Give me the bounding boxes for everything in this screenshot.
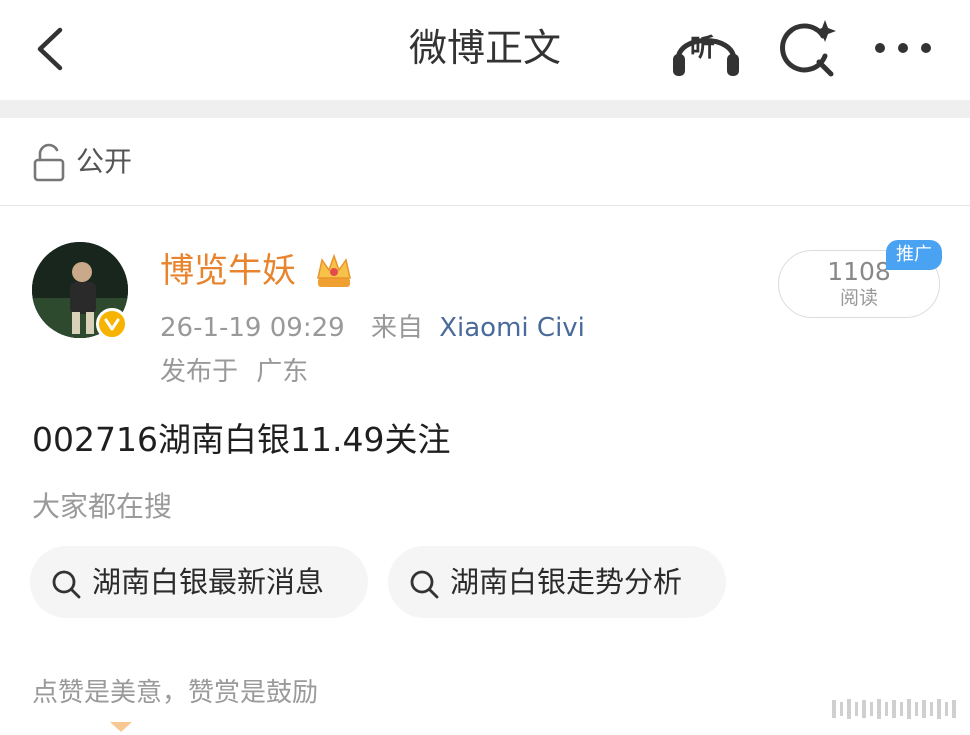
reward-prompt: 点赞是美意，赞赏是鼓励 [32,678,319,708]
more-dots-icon[interactable] [870,28,936,68]
crown-icon [317,253,351,287]
reward-decoration-icon [110,722,132,732]
lock-open-icon [33,143,65,182]
promote-badge[interactable]: 推广 [886,240,942,270]
search-chip-label: 湖南白银走势分析 [450,565,683,599]
verified-badge-icon [96,308,128,340]
read-label: 阅读 [839,287,878,309]
search-chip[interactable]: 湖南白银最新消息 [30,546,368,618]
search-chip[interactable]: 湖南白银走势分析 [388,546,726,618]
search-icon [410,570,439,599]
post-location: 发布于 广东 [160,352,308,392]
source-device-link[interactable]: Xiaomi Civi [439,313,585,343]
section-divider [0,100,970,118]
search-sparkle-icon[interactable] [775,18,837,80]
post-time: 26-1-19 09:29 [160,313,345,343]
listen-label: 听 [690,33,716,62]
top-nav-bar: 微博正文 听 [0,0,970,100]
author-name[interactable]: 博览牛妖 [160,248,296,294]
watermark-graphic [832,699,956,719]
location-prefix: 发布于 [160,357,239,387]
location-value: 广东 [256,357,309,387]
visibility-row: 公开 [0,118,970,206]
search-chip-label: 湖南白银最新消息 [92,565,325,599]
trending-search-heading: 大家都在搜 [32,490,173,523]
search-icon [52,570,81,599]
listen-button[interactable]: 听 [670,20,742,80]
post-body: 002716湖南白银11.49关注 [32,420,451,459]
visibility-label: 公开 [76,145,133,178]
source-prefix: 来自 [370,313,423,343]
post-meta: 26-1-19 09:29 来自 Xiaomi Civi [160,308,585,348]
